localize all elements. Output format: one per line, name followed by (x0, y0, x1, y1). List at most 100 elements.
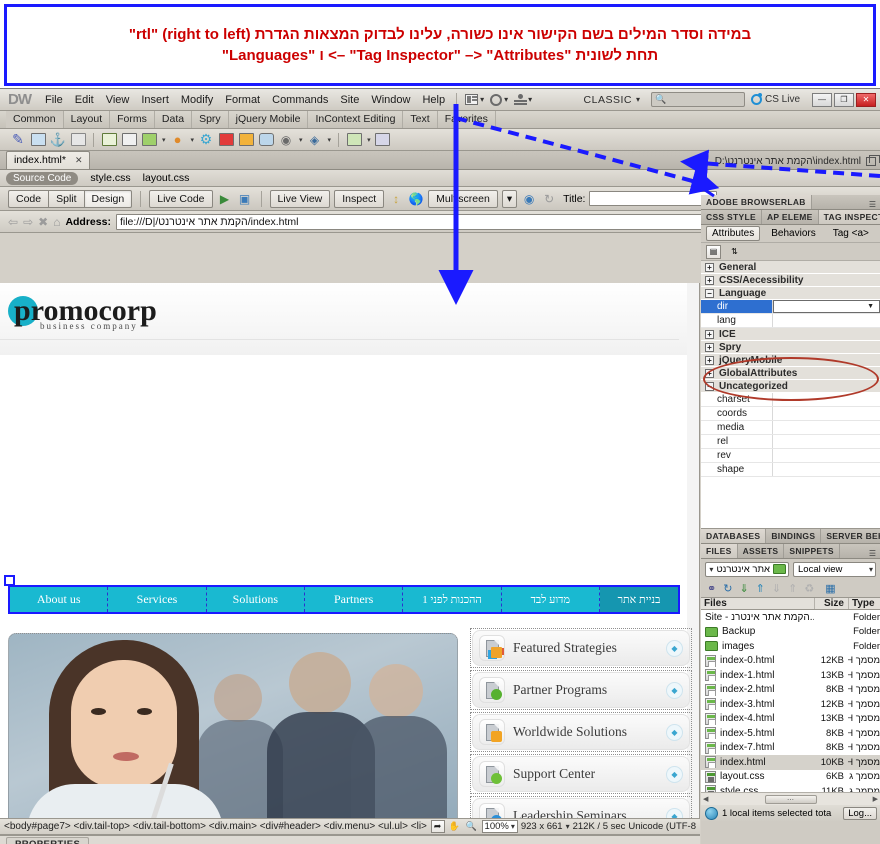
card-arrow-icon[interactable]: ◆ (666, 765, 683, 783)
widget-icon[interactable]: ⚙ (198, 131, 214, 148)
close-icon[interactable]: ✕ (75, 155, 83, 166)
feature-card-leadership-seminars[interactable]: Leadership Seminars ◆ (472, 798, 690, 818)
email-link-icon[interactable] (30, 132, 46, 148)
card-arrow-icon[interactable]: ◆ (666, 723, 683, 741)
multiscreen-button[interactable]: Multiscreen (428, 189, 498, 208)
expander-icon[interactable]: − (705, 288, 714, 298)
preview-in-browser-icon[interactable]: 🌎 (408, 191, 424, 207)
live-code-button[interactable]: Live Code (149, 189, 213, 208)
design-view-button[interactable]: Design (83, 189, 133, 208)
attr-value[interactable] (773, 421, 880, 434)
chevron-down-icon[interactable]: ▾ (328, 136, 332, 144)
refresh-icon[interactable]: ↻ (723, 582, 732, 595)
maximize-button[interactable]: ❐ (834, 92, 854, 107)
insert-tab-spry[interactable]: Spry (192, 111, 229, 128)
minimize-button[interactable]: — (812, 92, 832, 107)
site-management-button[interactable]: ▾ (511, 93, 535, 107)
related-file-style-css[interactable]: style.css (90, 172, 130, 184)
chevron-down-icon[interactable]: ▼ (867, 303, 874, 310)
menu-item-insert[interactable]: Insert (135, 92, 175, 108)
server-side-include-icon[interactable] (238, 132, 254, 148)
file-row-index-3[interactable]: index-3.html 12KB מסמך H... (701, 697, 880, 712)
files-list[interactable]: Site - הקמת אתר אינטרנ... Folder Backup … (701, 610, 880, 792)
sort-az-icon[interactable]: ⇅ (727, 245, 742, 259)
code-view-button[interactable]: Code (8, 189, 49, 208)
cs-live-button[interactable]: CS Live (750, 93, 800, 105)
panel-tab-css-styles[interactable]: CSS STYLE (701, 210, 762, 224)
restore-window-icon[interactable] (866, 155, 880, 166)
panel-options-icon[interactable]: ☰ (869, 200, 880, 209)
inspect-button[interactable]: Inspect (334, 189, 385, 208)
panel-tab-files[interactable]: FILES (701, 544, 738, 558)
attr-group-ice[interactable]: + ICE (701, 328, 880, 341)
document-tab-index-html[interactable]: index.html* ✕ (6, 151, 90, 169)
attr-row-coords[interactable]: coords (701, 407, 880, 421)
category-view-icon[interactable]: ▤ (706, 244, 721, 259)
templates-icon[interactable] (346, 132, 362, 148)
expander-icon[interactable]: + (705, 368, 714, 378)
expander-icon[interactable]: + (705, 275, 714, 285)
attr-row-lang[interactable]: lang (701, 314, 880, 328)
tag-selector[interactable]: <body#page7> <div.tail-top> <div.tail-bo… (4, 821, 429, 832)
layout-switch-button[interactable]: ▾ (462, 93, 487, 106)
close-button[interactable]: ✕ (856, 92, 876, 107)
attr-group-jquery-mobile[interactable]: + jQueryMobile (701, 354, 880, 367)
file-row-index-4[interactable]: index-4.html 13KB מסמך H... (701, 712, 880, 727)
attr-value[interactable] (773, 407, 880, 420)
hand-tool-icon[interactable]: ✋ (448, 820, 462, 833)
nav-item-build-site[interactable]: בניית אתר (599, 587, 678, 612)
insert-tab-jquery-mobile[interactable]: jQuery Mobile (229, 111, 309, 128)
column-header-type[interactable]: Type (848, 598, 880, 609)
comment-icon[interactable] (258, 132, 274, 148)
expander-icon[interactable]: + (705, 342, 714, 352)
expander-icon[interactable]: − (705, 381, 714, 391)
attr-group-general[interactable]: + General (701, 261, 880, 274)
chevron-down-icon[interactable]: ▾ (367, 136, 371, 144)
browser-preview-icon[interactable]: ◉ (521, 191, 537, 207)
panel-tab-bindings[interactable]: BINDINGS (766, 529, 822, 543)
menu-item-commands[interactable]: Commands (266, 92, 334, 108)
panel-tab-databases[interactable]: DATABASES (701, 529, 767, 543)
design-view[interactable]: promocorp business company About us Serv… (0, 283, 700, 818)
design-canvas[interactable]: promocorp business company About us Serv… (0, 283, 692, 818)
attributes-list[interactable]: + General + CSS/Aecessibility − Language… (701, 261, 880, 529)
related-file-source-code[interactable]: Source Code (6, 171, 79, 185)
search-input[interactable]: 🔍 (650, 92, 745, 107)
insert-tab-incontext[interactable]: InContext Editing (308, 111, 404, 128)
refresh-icon[interactable]: ↻ (541, 191, 557, 207)
window-size-value[interactable]: 923 x 661 (521, 821, 563, 832)
zoom-tool-icon[interactable]: 🔍 (465, 820, 479, 833)
workspace-switcher[interactable]: CLASSIC ▾ (579, 93, 645, 107)
attr-row-charset[interactable]: charset (701, 393, 880, 407)
log-button[interactable]: Log... (843, 807, 877, 820)
site-logo[interactable]: promocorp business company (8, 295, 157, 331)
nav-item-about-us[interactable]: About us (10, 587, 109, 612)
attr-row-rel[interactable]: rel (701, 435, 880, 449)
expander-icon[interactable]: + (705, 262, 714, 272)
file-row-index-1[interactable]: index-1.html 13KB מסמך H... (701, 668, 880, 683)
attr-value[interactable] (773, 435, 880, 448)
script-icon[interactable]: ◈ (307, 132, 323, 148)
site-select[interactable]: אתר אינטרנט ▾ (705, 561, 789, 577)
nav-item-services[interactable]: Services (108, 587, 207, 612)
scroll-left-icon[interactable]: ◀ (703, 795, 708, 803)
date-icon[interactable] (218, 132, 234, 148)
column-header-files[interactable]: Files (701, 598, 814, 609)
properties-panel-tab[interactable]: PROPERTIES (0, 836, 700, 844)
nav-item-solutions[interactable]: Solutions (207, 587, 305, 612)
feature-card-worldwide-solutions[interactable]: Worldwide Solutions ◆ (472, 714, 690, 750)
feature-card-support-center[interactable]: Support Center ◆ (472, 756, 690, 792)
expander-icon[interactable]: + (705, 329, 714, 339)
file-row-index-0[interactable]: index-0.html 12KB מסמך H... (701, 654, 880, 669)
nav-item-partners[interactable]: Partners (305, 587, 404, 612)
subtab-attributes[interactable]: Attributes (706, 226, 761, 241)
attr-group-spry[interactable]: + Spry (701, 341, 880, 354)
connect-to-remote-icon[interactable]: ⚭ (707, 582, 716, 595)
file-row-index-7[interactable]: index-7.html 8KB מסמך H... (701, 741, 880, 756)
get-files-icon[interactable]: ⇓ (739, 582, 748, 595)
card-arrow-icon[interactable]: ◆ (666, 639, 683, 657)
hyperlink-icon[interactable]: ✎ (10, 131, 26, 148)
forward-icon[interactable]: ⇨ (23, 215, 33, 229)
insert-tab-favorites[interactable]: Favorites (438, 111, 496, 128)
attr-group-global-attributes[interactable]: + GlobalAttributes (701, 367, 880, 380)
